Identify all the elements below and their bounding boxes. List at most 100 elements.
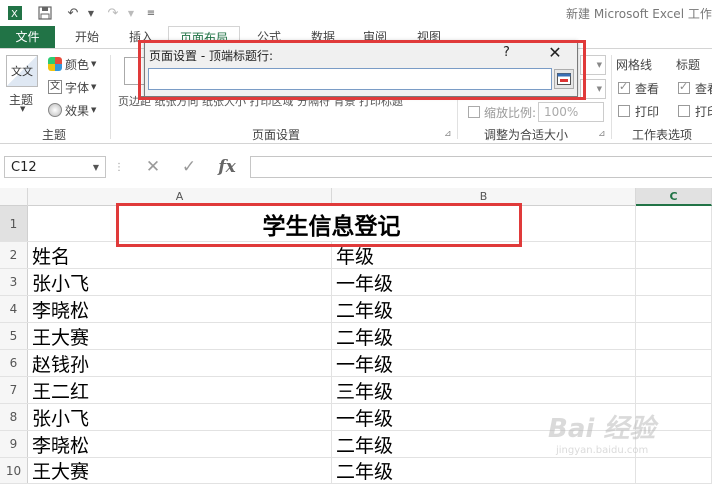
cell-b[interactable]: 一年级	[332, 404, 636, 430]
row-header[interactable]: 5	[0, 323, 28, 349]
select-all-corner[interactable]	[0, 188, 28, 206]
title-rows-input[interactable]	[148, 68, 552, 90]
insert-function-icon[interactable]: fx	[212, 156, 242, 178]
row-header[interactable]: 8	[0, 404, 28, 430]
cell-c[interactable]	[636, 350, 712, 376]
save-icon[interactable]	[36, 4, 54, 22]
theme-effects-button[interactable]: 效果 ▼	[48, 100, 96, 120]
table-row: 9 李晓松 二年级	[0, 431, 712, 458]
expand-dialog-icon	[557, 73, 571, 85]
theme-colors-button[interactable]: 颜色 ▼	[48, 54, 96, 74]
width-select[interactable]: ▼	[580, 55, 606, 75]
font-icon: 文	[48, 80, 62, 94]
row-header[interactable]: 2	[0, 242, 28, 268]
group-separator	[110, 55, 111, 139]
row-header[interactable]: 9	[0, 431, 28, 457]
cell-b[interactable]: 年级	[332, 242, 636, 268]
cell-a[interactable]: 李晓松	[28, 431, 332, 457]
cell-c[interactable]	[636, 323, 712, 349]
table-row: 5 王大赛 二年级	[0, 323, 712, 350]
dialog-title: 页面设置 - 顶端标题行:	[149, 49, 274, 63]
row-header[interactable]: 3	[0, 269, 28, 295]
name-box[interactable]: C12 ▼	[4, 156, 106, 178]
undo-dropdown-icon[interactable]: ▼	[82, 4, 100, 22]
gridlines-view-label: 查看	[635, 81, 660, 96]
cell-b[interactable]: 二年级	[332, 458, 636, 483]
table-row: 2 姓名 年级	[0, 242, 712, 269]
redo-dropdown-icon[interactable]: ▼	[122, 4, 140, 22]
theme-fonts-dropdown-icon: ▼	[91, 83, 97, 91]
cell-b[interactable]: 二年级	[332, 296, 636, 322]
column-header-a[interactable]: A	[28, 188, 332, 206]
enter-icon[interactable]: ✓	[176, 156, 202, 178]
cell-b[interactable]: 一年级	[332, 350, 636, 376]
help-icon[interactable]: ?	[503, 45, 510, 60]
themes-button[interactable]: 文文 主题 ▼	[6, 55, 42, 113]
cell-c[interactable]	[636, 296, 712, 322]
cell-a[interactable]: 姓名	[28, 242, 332, 268]
cell-c[interactable]	[636, 404, 712, 430]
theme-fonts-label: 字体	[65, 80, 90, 95]
redo-icon[interactable]: ↷	[104, 4, 122, 22]
row-header[interactable]: 10	[0, 458, 28, 483]
gridlines-print-checkbox[interactable]: 打印	[618, 101, 659, 121]
cell-a[interactable]: 张小飞	[28, 404, 332, 430]
expand-dialog-button[interactable]	[554, 69, 574, 89]
theme-effects-label: 效果	[65, 103, 90, 118]
title-cell[interactable]: 学生信息登记	[28, 206, 636, 241]
formula-input[interactable]	[250, 156, 712, 178]
gridlines-view-checkbox[interactable]: 查看	[618, 78, 659, 98]
cell-b[interactable]: 二年级	[332, 431, 636, 457]
palette-icon	[48, 57, 62, 71]
cell-b[interactable]: 一年级	[332, 269, 636, 295]
tab-home[interactable]: 开始	[62, 26, 112, 48]
table-row: 8 张小飞 一年级	[0, 404, 712, 431]
effects-icon	[48, 103, 62, 117]
checkbox-checked-icon	[678, 80, 690, 94]
title-bar: X ↶ ▼ ↷ ▼ ≡ 新建 Microsoft Excel 工作	[0, 0, 712, 26]
headings-view-checkbox[interactable]: 查看	[678, 78, 712, 98]
margins-icon[interactable]	[124, 57, 146, 85]
cell-b[interactable]: 二年级	[332, 323, 636, 349]
height-select[interactable]: ▼	[580, 79, 606, 99]
cell-a[interactable]: 王大赛	[28, 323, 332, 349]
cell-c[interactable]	[636, 377, 712, 403]
scale-label: 缩放比例:	[484, 105, 537, 120]
cell-a[interactable]: 王大赛	[28, 458, 332, 483]
cell-a[interactable]: 赵钱孙	[28, 350, 332, 376]
gridlines-print-label: 打印	[635, 104, 660, 119]
cell-a[interactable]: 李晓松	[28, 296, 332, 322]
cell-b[interactable]: 三年级	[332, 377, 636, 403]
checkbox-unchecked-icon	[678, 105, 690, 117]
cell-c[interactable]	[636, 458, 712, 483]
cell-c[interactable]	[636, 269, 712, 295]
column-headers: A B C	[0, 188, 712, 206]
customize-qat-icon[interactable]: ≡	[142, 4, 160, 22]
cell-a[interactable]: 张小飞	[28, 269, 332, 295]
table-row: 6 赵钱孙 一年级	[0, 350, 712, 377]
cell-c[interactable]	[636, 242, 712, 268]
headings-print-checkbox[interactable]: 打印	[678, 101, 712, 121]
column-header-b[interactable]: B	[332, 188, 636, 206]
cell-c[interactable]	[636, 431, 712, 457]
row-header[interactable]: 6	[0, 350, 28, 376]
tab-file[interactable]: 文件	[0, 26, 55, 48]
formula-bar: C12 ▼ ⋮ ✕ ✓ fx	[0, 152, 712, 182]
scale-launcher-icon[interactable]: ⊿	[598, 129, 606, 139]
table-row: 3 张小飞 一年级	[0, 269, 712, 296]
cancel-icon[interactable]: ✕	[140, 156, 166, 178]
cell-c[interactable]	[636, 206, 712, 241]
row-header[interactable]: 7	[0, 377, 28, 403]
group-label-themes: 主题	[42, 128, 67, 142]
group-label-page-setup: 页面设置	[252, 128, 301, 142]
cell-a[interactable]: 王二红	[28, 377, 332, 403]
row-header[interactable]: 1	[0, 206, 28, 241]
close-icon[interactable]: ✕	[545, 42, 565, 64]
undo-icon[interactable]: ↶	[64, 4, 82, 22]
page-setup-launcher-icon[interactable]: ⊿	[444, 129, 452, 139]
theme-fonts-button[interactable]: 文 字体 ▼	[48, 77, 96, 97]
row-header[interactable]: 4	[0, 296, 28, 322]
scale-input[interactable]: 100%	[538, 102, 604, 122]
column-header-c[interactable]: C	[636, 188, 712, 206]
scale-label-row: 缩放比例:	[468, 102, 536, 122]
